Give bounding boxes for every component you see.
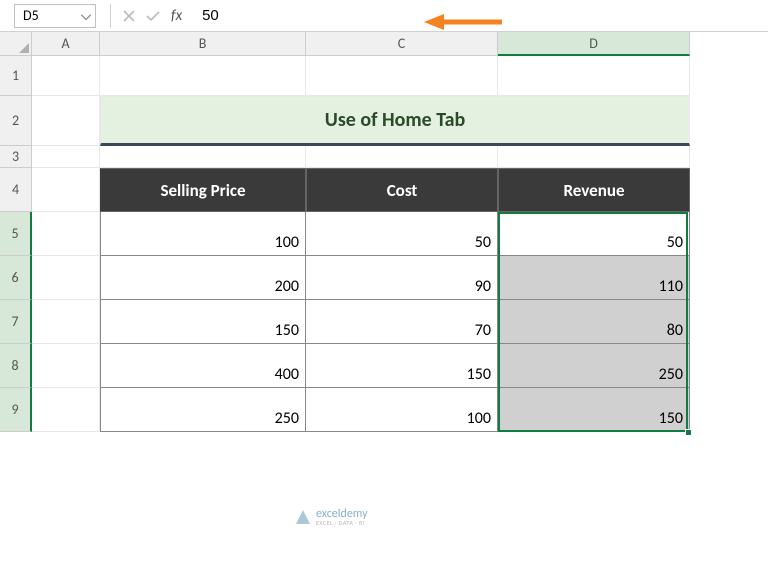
row-header-7[interactable]: 7 xyxy=(0,300,32,344)
cell-a7[interactable] xyxy=(32,300,100,344)
cell-c5[interactable]: 50 xyxy=(306,212,498,256)
name-box-value: D5 xyxy=(23,7,39,24)
title-banner[interactable]: Use of Home Tab xyxy=(100,96,690,146)
separator xyxy=(110,4,111,28)
cell-d3[interactable] xyxy=(498,146,690,168)
cell-c6[interactable]: 90 xyxy=(306,256,498,300)
cell-a2[interactable] xyxy=(32,96,100,146)
col-header-b[interactable]: B xyxy=(100,32,306,56)
header-revenue[interactable]: Revenue xyxy=(498,168,690,212)
cell-c9[interactable]: 100 xyxy=(306,388,498,432)
row-header-8[interactable]: 8 xyxy=(0,344,32,388)
cell-b1[interactable] xyxy=(100,56,306,96)
row-header-3[interactable]: 3 xyxy=(0,146,32,168)
cell-b5[interactable]: 100 xyxy=(100,212,306,256)
formula-input[interactable] xyxy=(188,4,768,28)
column-headers: A B C D xyxy=(0,32,768,56)
cell-d7[interactable]: 80 xyxy=(498,300,690,344)
cancel-icon[interactable] xyxy=(117,4,141,28)
spreadsheet-grid: A B C D 1 2 3 4 5 6 7 8 9 xyxy=(0,32,768,570)
cell-b7[interactable]: 150 xyxy=(100,300,306,344)
cell-c7[interactable]: 70 xyxy=(306,300,498,344)
select-all-corner[interactable] xyxy=(0,32,32,56)
col-header-d[interactable]: D xyxy=(498,32,690,56)
cell-d1[interactable] xyxy=(498,56,690,96)
cell-c8[interactable]: 150 xyxy=(306,344,498,388)
row-headers: 1 2 3 4 5 6 7 8 9 xyxy=(0,56,32,432)
row-header-9[interactable]: 9 xyxy=(0,388,32,432)
cell-d6[interactable]: 110 xyxy=(498,256,690,300)
header-cost[interactable]: Cost xyxy=(306,168,498,212)
row-header-2[interactable]: 2 xyxy=(0,96,32,146)
cell-b9[interactable]: 250 xyxy=(100,388,306,432)
chevron-down-icon[interactable] xyxy=(81,7,91,24)
enter-icon[interactable] xyxy=(141,4,165,28)
cell-b3[interactable] xyxy=(100,146,306,168)
cell-a4[interactable] xyxy=(32,168,100,212)
cells-area[interactable]: Use of Home Tab Selling Price Cost Reven… xyxy=(32,56,768,570)
cell-c3[interactable] xyxy=(306,146,498,168)
cell-c1[interactable] xyxy=(306,56,498,96)
col-header-a[interactable]: A xyxy=(32,32,100,56)
header-selling-price[interactable]: Selling Price xyxy=(100,168,306,212)
row-header-5[interactable]: 5 xyxy=(0,212,32,256)
col-header-c[interactable]: C xyxy=(306,32,498,56)
cell-d8[interactable]: 250 xyxy=(498,344,690,388)
cell-b6[interactable]: 200 xyxy=(100,256,306,300)
title-text: Use of Home Tab xyxy=(325,108,465,132)
cell-b8[interactable]: 400 xyxy=(100,344,306,388)
row-header-1[interactable]: 1 xyxy=(0,56,32,96)
cell-a5[interactable] xyxy=(32,212,100,256)
cell-d5[interactable]: 50 xyxy=(498,212,690,256)
cell-a6[interactable] xyxy=(32,256,100,300)
row-header-4[interactable]: 4 xyxy=(0,168,32,212)
fill-handle[interactable] xyxy=(685,429,692,436)
cell-d9[interactable]: 150 xyxy=(498,388,690,432)
row-header-6[interactable]: 6 xyxy=(0,256,32,300)
cell-a3[interactable] xyxy=(32,146,100,168)
formula-bar: D5 fx xyxy=(0,0,768,32)
fx-icon[interactable]: fx xyxy=(171,7,182,25)
cell-a8[interactable] xyxy=(32,344,100,388)
name-box[interactable]: D5 xyxy=(14,4,96,28)
cell-a9[interactable] xyxy=(32,388,100,432)
cell-a1[interactable] xyxy=(32,56,100,96)
